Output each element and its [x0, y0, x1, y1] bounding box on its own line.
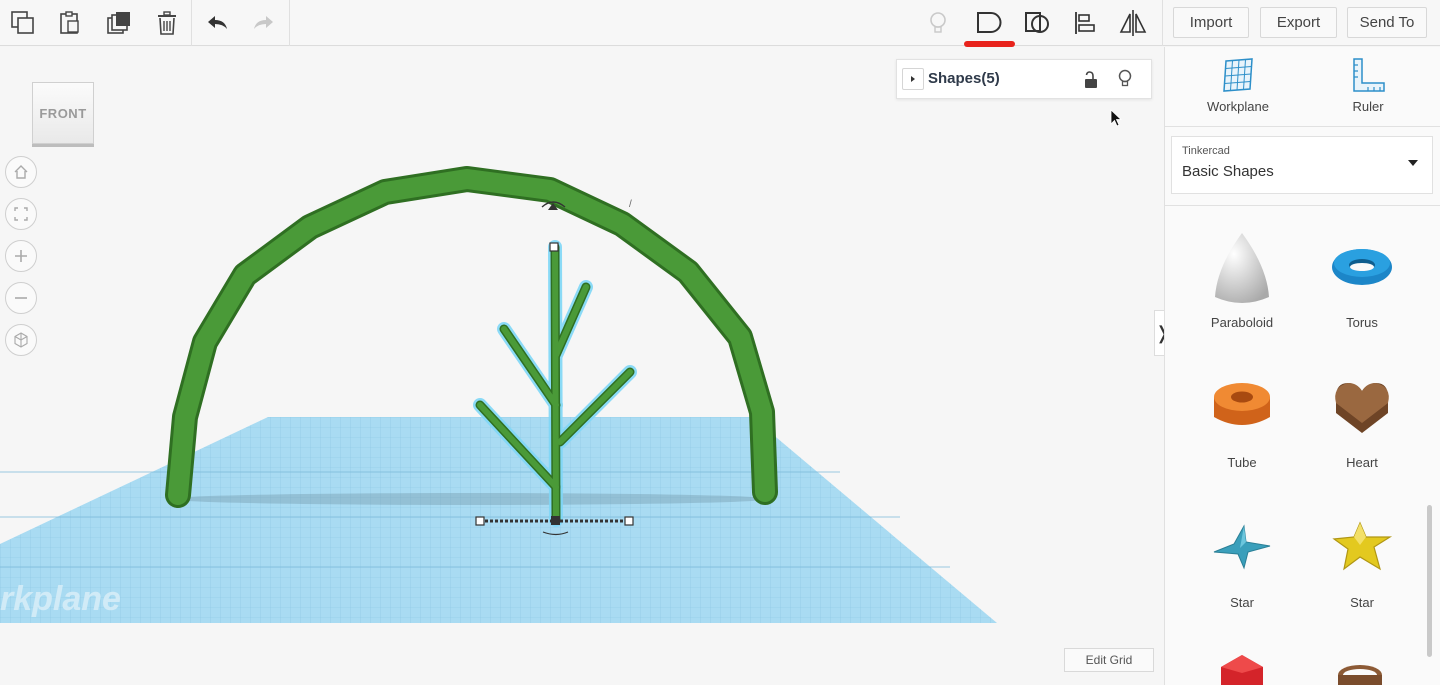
shape-name: Tube	[1227, 455, 1257, 470]
toolbar-divider	[289, 0, 290, 46]
delete-icon[interactable]	[150, 6, 184, 40]
mouse-cursor-icon	[1110, 109, 1123, 132]
panel-scrollbar[interactable]	[1427, 505, 1432, 657]
shape-name: Paraboloid	[1210, 315, 1274, 330]
paraboloid-icon	[1197, 222, 1287, 312]
redo-icon[interactable]	[247, 6, 281, 40]
view-cube[interactable]: FRONT	[32, 82, 94, 144]
star-icon	[1317, 502, 1407, 592]
workplane-label: Workplane	[1207, 99, 1269, 114]
zoom-in-icon[interactable]	[5, 240, 37, 272]
torus-icon	[1317, 222, 1407, 312]
shape-library-dropdown[interactable]: Tinkercad Basic Shapes	[1171, 136, 1433, 194]
scene-canvas[interactable]: rkplane /	[0, 47, 1164, 685]
right-panel: Workplane Ruler Tinkercad Basic Shapes P…	[1164, 47, 1440, 685]
heart-icon	[1317, 362, 1407, 452]
ungroup-icon[interactable]	[1020, 6, 1054, 40]
ruler-label: Ruler	[1352, 99, 1384, 114]
toolbar-divider	[1162, 0, 1163, 46]
tube-icon	[1197, 362, 1287, 452]
paste-icon[interactable]	[53, 6, 87, 40]
panel-divider	[1165, 205, 1440, 206]
duplicate-icon[interactable]	[102, 6, 136, 40]
align-icon[interactable]	[1068, 6, 1102, 40]
visibility-bulb-icon[interactable]	[1117, 69, 1133, 94]
shape-tube[interactable]: Tube	[1187, 362, 1297, 482]
library-provider: Tinkercad	[1182, 145, 1230, 157]
export-button[interactable]: Export	[1260, 7, 1337, 38]
perspective-icon[interactable]	[5, 324, 37, 356]
fit-view-icon[interactable]	[5, 198, 37, 230]
workplane-tool[interactable]: Workplane	[1198, 57, 1278, 123]
expand-shapes-icon[interactable]	[902, 68, 924, 90]
workplane-icon	[1223, 58, 1253, 92]
shape-star-blue[interactable]: Star	[1187, 502, 1297, 622]
chevron-down-icon	[1408, 160, 1418, 166]
shape-ring-partial[interactable]	[1335, 661, 1385, 685]
mirror-icon[interactable]	[1116, 6, 1150, 40]
shape-gem-partial[interactable]	[1217, 653, 1267, 685]
shape-heart[interactable]: Heart	[1307, 362, 1417, 482]
unlock-icon[interactable]	[1083, 71, 1099, 94]
svg-text:/: /	[629, 199, 632, 210]
ruler-tool[interactable]: Ruler	[1328, 57, 1408, 123]
zoom-out-icon[interactable]	[5, 282, 37, 314]
light-bulb-icon[interactable]	[921, 6, 955, 40]
tinkercad-editor: Import Export Send To rkplane / FRONT Sh…	[0, 0, 1440, 685]
copy-icon[interactable]	[6, 6, 40, 40]
workplane-grid[interactable]	[0, 417, 997, 623]
shape-name: Star	[1350, 595, 1374, 610]
shape-star-yellow[interactable]: Star	[1307, 502, 1417, 622]
home-icon[interactable]	[5, 156, 37, 188]
top-toolbar: Import Export Send To	[0, 0, 1440, 47]
shapes-count-title: Shapes(5)	[928, 70, 1000, 87]
edit-grid-button[interactable]: Edit Grid	[1064, 648, 1154, 672]
ruler-icon	[1353, 58, 1385, 92]
library-selected: Basic Shapes	[1182, 163, 1274, 180]
3d-viewport[interactable]: rkplane / FRONT Shapes(5) Edit Grid	[0, 47, 1164, 685]
shape-name: Heart	[1346, 455, 1378, 470]
panel-tools: Workplane Ruler	[1165, 47, 1440, 127]
shape-torus[interactable]: Torus	[1307, 222, 1417, 342]
shape-name: Torus	[1346, 315, 1378, 330]
undo-icon[interactable]	[200, 6, 234, 40]
group-icon[interactable]	[971, 6, 1005, 40]
star-icon	[1197, 502, 1287, 592]
arch-shadow	[170, 493, 770, 505]
send-to-button[interactable]: Send To	[1347, 7, 1427, 38]
workplane-watermark: rkplane	[0, 580, 121, 618]
shape-paraboloid[interactable]: Paraboloid	[1187, 222, 1297, 342]
shape-name: Star	[1230, 595, 1254, 610]
import-button[interactable]: Import	[1173, 7, 1249, 38]
toolbar-divider	[191, 0, 192, 46]
shapes-inspector: Shapes(5)	[896, 59, 1152, 99]
